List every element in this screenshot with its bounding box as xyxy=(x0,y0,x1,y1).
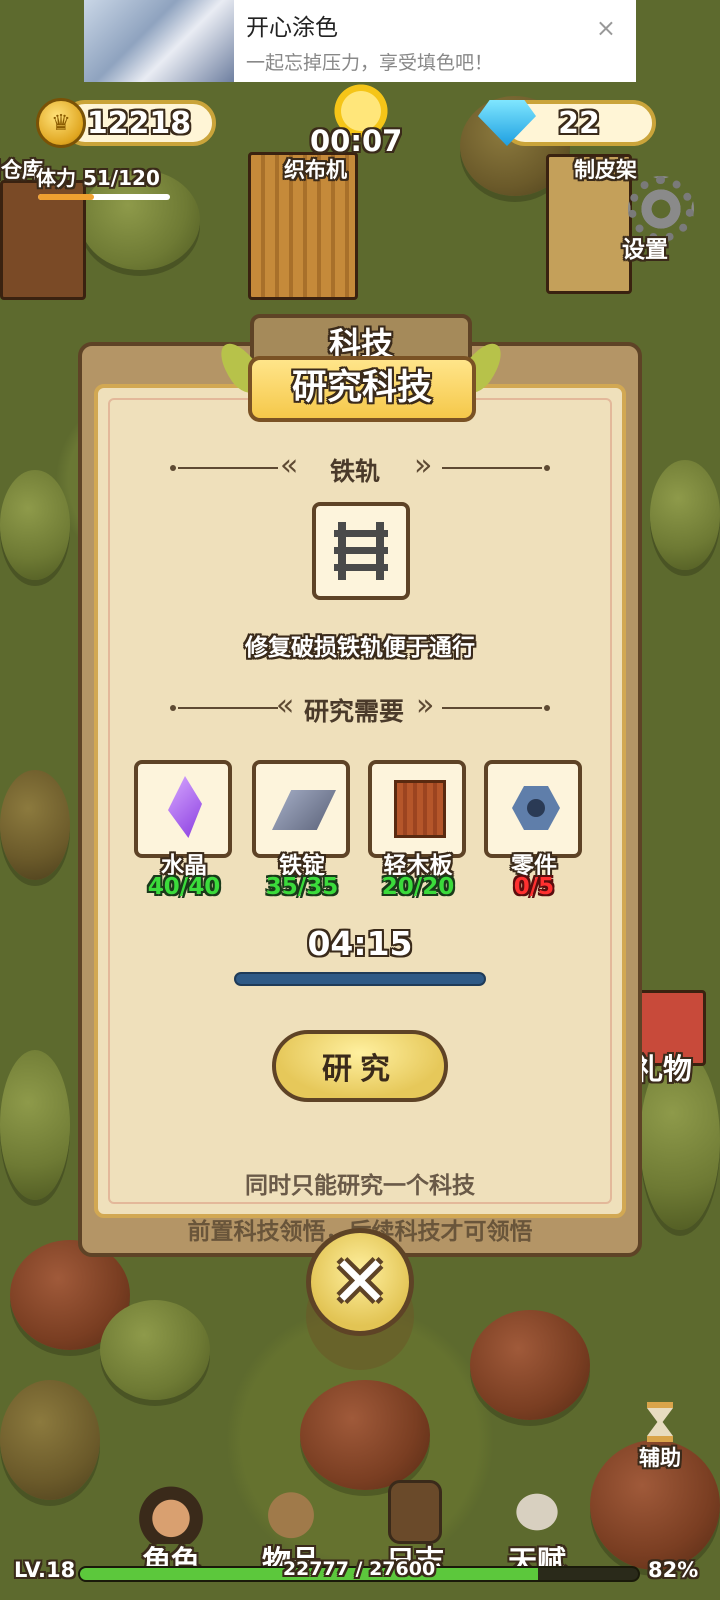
gift-label[interactable]: 礼物 xyxy=(634,1046,692,1088)
divider-dot xyxy=(170,465,176,471)
stamina-value: 51/120 xyxy=(82,166,160,190)
tree xyxy=(300,1380,430,1490)
player-level: LV.18 xyxy=(14,1558,76,1582)
research-progress-bar xyxy=(234,972,486,986)
material-count: 40/40 xyxy=(147,874,221,900)
divider-line xyxy=(442,707,542,709)
material-count: 20/20 xyxy=(381,874,455,900)
stamina-bar xyxy=(38,194,170,200)
ad-close-icon[interactable]: × xyxy=(596,14,616,42)
material-slot-parts[interactable] xyxy=(484,760,582,858)
divider-line xyxy=(178,707,278,709)
tree xyxy=(100,1300,210,1400)
divider-dot xyxy=(170,705,176,711)
material-slot-crystal[interactable] xyxy=(134,760,232,858)
divider-line xyxy=(178,467,278,469)
chevron-right-icon: » xyxy=(414,448,433,483)
ad-thumbnail xyxy=(84,0,234,82)
hourglass-icon xyxy=(647,1402,673,1442)
gem-value: 22 xyxy=(558,105,600,141)
material-count: 35/35 xyxy=(265,874,339,900)
rail-track-icon xyxy=(334,522,388,580)
tech-icon-box xyxy=(312,502,410,600)
light-plank-icon xyxy=(394,780,446,838)
ad-banner[interactable]: 开心涂色 一起忘掉压力，享受填色吧！ × xyxy=(84,0,636,82)
tree xyxy=(470,1310,590,1420)
settings-label[interactable]: 设置 xyxy=(622,230,668,264)
stamina-bar-fill xyxy=(38,194,95,200)
journal-icon xyxy=(388,1480,442,1544)
tree xyxy=(0,1380,100,1500)
research-button[interactable]: 研究 xyxy=(272,1030,448,1102)
character-icon xyxy=(135,1480,207,1544)
research-timer: 04:15 xyxy=(307,924,413,963)
xp-text: 22777 / 27600 xyxy=(282,1558,436,1580)
divider-line xyxy=(442,467,542,469)
ad-title: 开心涂色 xyxy=(246,14,338,41)
research-limit-note: 同时只能研究一个科技 xyxy=(245,1173,475,1199)
tech-description: 修复破损铁轨便于通行 xyxy=(245,635,475,661)
talent-wings-icon xyxy=(501,1480,573,1544)
tree xyxy=(0,770,70,880)
requirements-title: 研究需要 xyxy=(304,697,405,726)
coin-icon: ♛ xyxy=(36,98,86,148)
items-bag-icon xyxy=(255,1480,327,1544)
close-icon: ✕ xyxy=(330,1241,390,1323)
tree xyxy=(0,1050,70,1200)
loom-label: 织布机 xyxy=(284,158,347,182)
material-count: 0/5 xyxy=(513,874,555,900)
assist-label: 辅助 xyxy=(639,1446,681,1470)
dialog-title: 研究科技 xyxy=(248,356,476,422)
tree xyxy=(650,460,720,570)
iron-ingot-icon xyxy=(272,790,336,830)
material-slot-iron-ingot[interactable] xyxy=(252,760,350,858)
material-slot-light-plank[interactable] xyxy=(368,760,466,858)
coin-value: 12218 xyxy=(86,105,192,141)
stamina-label: 体力 xyxy=(36,166,76,190)
tech-name: 铁轨 xyxy=(330,457,381,486)
xp-percent: 82% xyxy=(648,1558,699,1582)
tanning-rack-label: 制皮架 xyxy=(574,158,637,182)
divider-dot xyxy=(544,465,550,471)
day-timer: 00:07 xyxy=(310,124,403,158)
assist-button[interactable]: 辅助 xyxy=(628,1402,692,1472)
crystal-icon xyxy=(168,776,202,838)
ad-subtitle: 一起忘掉压力，享受填色吧！ xyxy=(246,51,494,74)
chevron-right-icon: » xyxy=(416,688,435,723)
divider-dot xyxy=(544,705,550,711)
parts-icon xyxy=(512,786,560,830)
close-button[interactable]: ✕ xyxy=(306,1228,414,1336)
tree xyxy=(0,470,70,580)
chevron-left-icon: « xyxy=(276,688,295,723)
stamina-display: 体力 51/120 xyxy=(36,162,160,191)
chevron-left-icon: « xyxy=(280,448,299,483)
